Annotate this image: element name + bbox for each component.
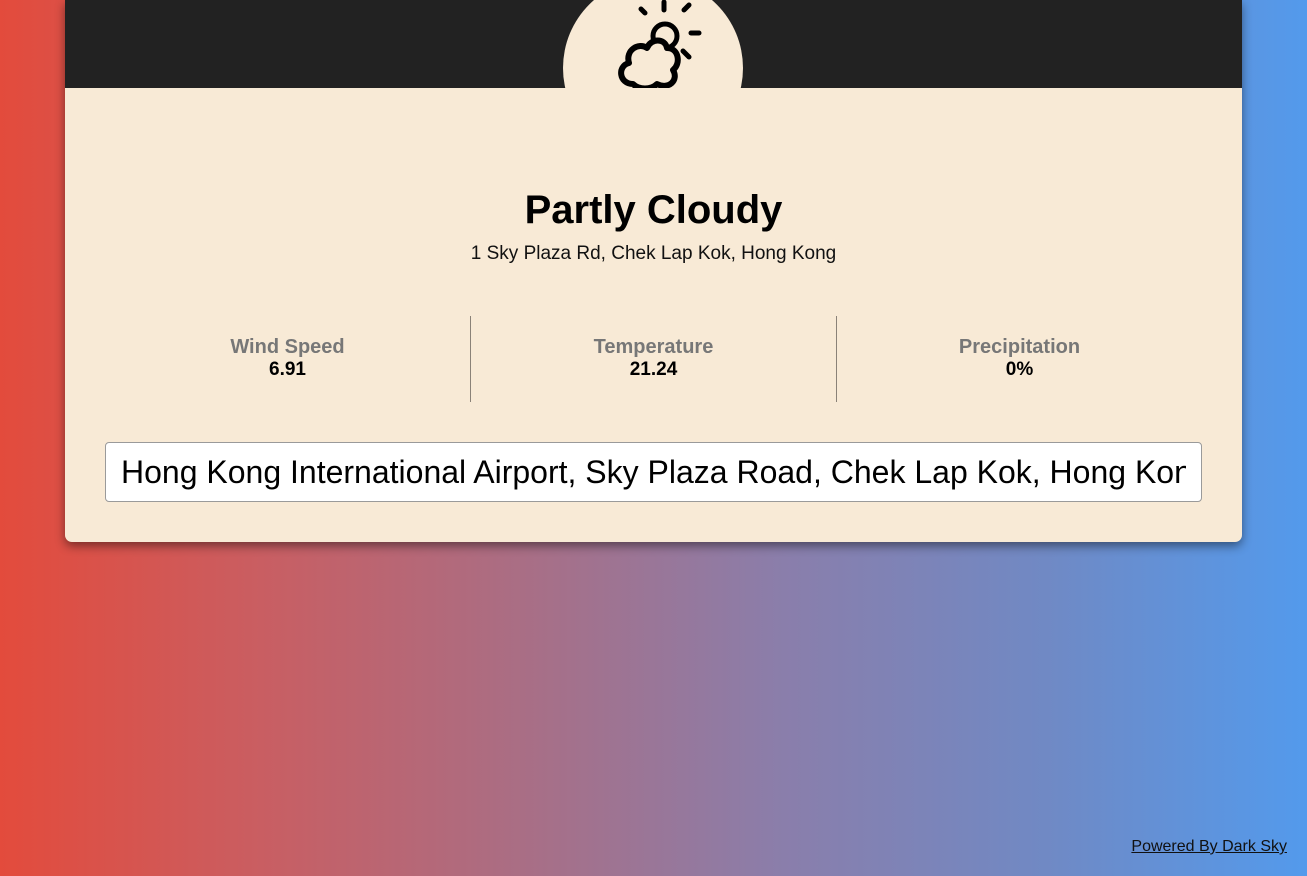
- weather-card: Partly Cloudy 1 Sky Plaza Rd, Chek Lap K…: [65, 0, 1242, 542]
- powered-by-dark-sky-link[interactable]: Powered By Dark Sky: [1131, 838, 1287, 856]
- partly-cloudy-day-icon: [618, 0, 702, 88]
- card-header: [65, 0, 1242, 88]
- stat-temperature: Temperature 21.24: [470, 316, 836, 402]
- stat-label: Precipitation: [958, 336, 1081, 358]
- location-address: 1 Sky Plaza Rd, Chek Lap Kok, Hong Kong: [470, 243, 837, 264]
- stat-label: Temperature: [593, 336, 714, 358]
- stat-label: Wind Speed: [230, 336, 345, 358]
- location-search-input[interactable]: [105, 442, 1202, 502]
- stat-value: 6.91: [269, 359, 306, 380]
- stat-wind-speed: Wind Speed 6.91: [105, 316, 470, 402]
- stats-row: Wind Speed 6.91 Temperature 21.24 Precip…: [105, 316, 1202, 402]
- stat-value: 0%: [1005, 359, 1034, 380]
- stat-value: 21.24: [629, 359, 678, 380]
- weather-summary: Partly Cloudy: [524, 188, 783, 232]
- stat-precipitation: Precipitation 0%: [836, 316, 1202, 402]
